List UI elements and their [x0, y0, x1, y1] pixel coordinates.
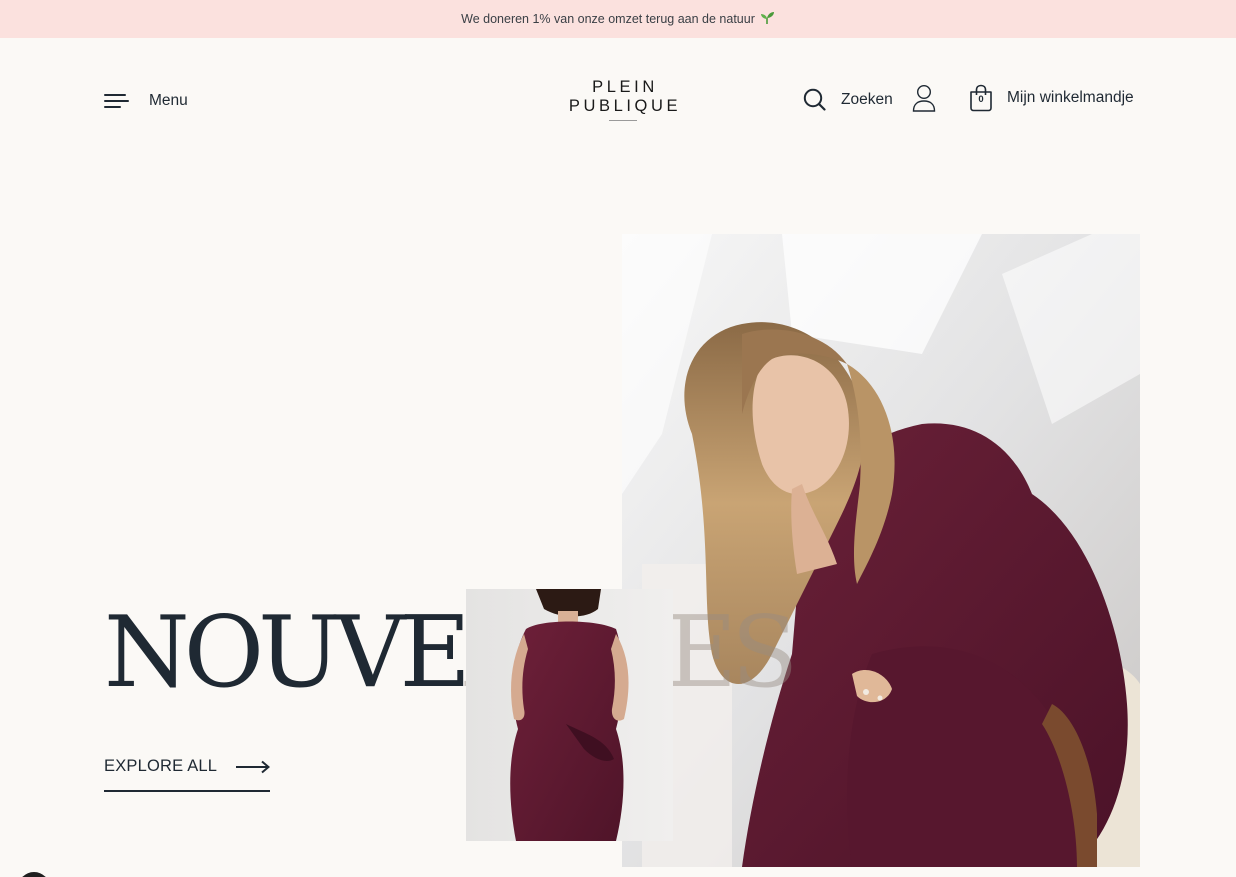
announcement-bar: We doneren 1% van onze omzet terug aan d… — [0, 0, 1236, 38]
logo-line-1: PLEIN — [592, 78, 658, 96]
seedling-icon — [759, 11, 775, 28]
account-button[interactable] — [912, 84, 936, 117]
site-header: Menu PLEIN PUBLIQUE Zoeken 0 Mijn winkel… — [0, 38, 1236, 166]
cart-count-badge: 0 — [978, 94, 984, 105]
menu-button[interactable]: Menu — [104, 92, 188, 110]
cart-label: Mijn winkelmandje — [1007, 89, 1134, 106]
hero-thumbnail-image[interactable] — [466, 589, 673, 841]
search-button[interactable]: Zoeken — [803, 88, 893, 111]
logo-underline — [609, 120, 637, 121]
cart-button[interactable]: 0 Mijn winkelmandje — [969, 84, 1134, 112]
hamburger-icon — [104, 94, 129, 108]
shopping-bag-icon: 0 — [969, 84, 993, 112]
hero-title-dark: NOUVE — [104, 596, 471, 710]
explore-all-button[interactable]: EXPLORE ALL — [104, 757, 270, 792]
hero-main-image[interactable] — [622, 234, 1140, 867]
chat-widget-button[interactable] — [18, 872, 50, 877]
logo-line-2: PUBLIQUE — [568, 97, 682, 115]
user-icon — [912, 84, 936, 112]
arrow-right-icon — [236, 760, 270, 774]
site-logo[interactable]: PLEIN PUBLIQUE — [558, 78, 688, 121]
menu-label: Menu — [149, 92, 188, 109]
search-label: Zoeken — [841, 90, 893, 108]
search-icon — [803, 88, 826, 111]
hero-title: NOUVEAUTES — [104, 593, 798, 713]
explore-all-label: EXPLORE ALL — [104, 757, 218, 775]
announcement-text: We doneren 1% van onze omzet terug aan d… — [461, 12, 755, 26]
